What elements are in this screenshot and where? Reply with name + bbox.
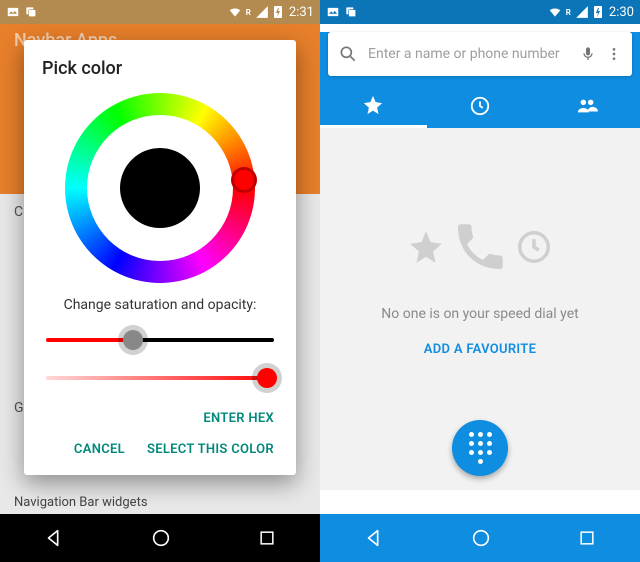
gallery-icon [6, 5, 20, 19]
tab-favorites[interactable] [320, 84, 427, 128]
signal-icon: R [566, 8, 571, 17]
add-favourite-button[interactable]: ADD A FAVOURITE [320, 342, 640, 357]
saturation-thumb[interactable] [123, 330, 143, 350]
signal-icon: R [246, 8, 251, 17]
dialog-title: Pick color [42, 58, 278, 79]
cellular-icon [575, 5, 589, 19]
notification-icon [24, 5, 38, 19]
selected-color-swatch [120, 148, 200, 228]
bg-row-c: C [14, 204, 23, 220]
select-color-button[interactable]: SELECT THIS COLOR [147, 442, 274, 457]
search-placeholder: Enter a name or phone number [368, 46, 570, 62]
dialpad-fab[interactable] [452, 420, 508, 476]
android-navbar [320, 514, 640, 562]
tabs [320, 84, 640, 128]
gallery-icon [326, 5, 340, 19]
opacity-thumb[interactable] [257, 368, 277, 388]
overflow-menu-icon[interactable] [606, 45, 622, 63]
notification-icon [344, 5, 358, 19]
status-bar: R 2:31 [0, 0, 320, 24]
phone-left-navbarapps: R 2:31 Navbar Apps C G Navigation Bar wi… [0, 0, 320, 562]
dialog-actions: ENTER HEX CANCEL SELECT THIS COLOR [42, 403, 278, 465]
status-time: 2:30 [609, 5, 634, 20]
hue-handle[interactable] [231, 167, 257, 193]
clock-icon [515, 228, 553, 266]
cancel-button[interactable]: CANCEL [74, 442, 125, 457]
tab-contacts[interactable] [533, 84, 640, 128]
bg-nav-widgets: Navigation Bar widgets [14, 495, 148, 510]
search-icon [338, 44, 358, 64]
status-time: 2:31 [289, 5, 314, 20]
nav-back-button[interactable] [363, 527, 385, 549]
battery-icon [273, 5, 283, 19]
empty-state: No one is on your speed dial yet ADD A F… [320, 218, 640, 357]
opacity-slider[interactable] [46, 365, 274, 391]
color-picker-dialog: Pick color Change saturation and opacity… [24, 40, 296, 475]
dialpad-icon [469, 432, 492, 464]
star-icon [407, 228, 445, 266]
phone-right-dialer: R 2:30 Enter a name or phone number [320, 0, 640, 562]
hue-ring[interactable] [65, 93, 255, 283]
phone-icon [451, 218, 509, 276]
bg-row-g: G [14, 400, 24, 416]
mic-icon[interactable] [580, 45, 596, 63]
dialer-header: Enter a name or phone number [320, 32, 640, 128]
nav-home-button[interactable] [470, 527, 492, 549]
nav-recents-button[interactable] [577, 528, 597, 548]
nav-recents-button[interactable] [257, 528, 277, 548]
slider-label: Change saturation and opacity: [42, 297, 278, 313]
status-bar: R 2:30 [320, 0, 640, 24]
tab-recents[interactable] [427, 84, 534, 128]
wifi-icon [228, 5, 242, 19]
cellular-icon [255, 5, 269, 19]
dialer-body: No one is on your speed dial yet ADD A F… [320, 128, 640, 490]
saturation-slider[interactable] [46, 327, 274, 353]
nav-home-button[interactable] [150, 527, 172, 549]
battery-icon [593, 5, 603, 19]
android-navbar [0, 514, 320, 562]
nav-back-button[interactable] [43, 527, 65, 549]
enter-hex-button[interactable]: ENTER HEX [42, 403, 278, 434]
empty-message: No one is on your speed dial yet [320, 306, 640, 322]
search-bar[interactable]: Enter a name or phone number [328, 32, 632, 76]
wifi-icon [548, 5, 562, 19]
